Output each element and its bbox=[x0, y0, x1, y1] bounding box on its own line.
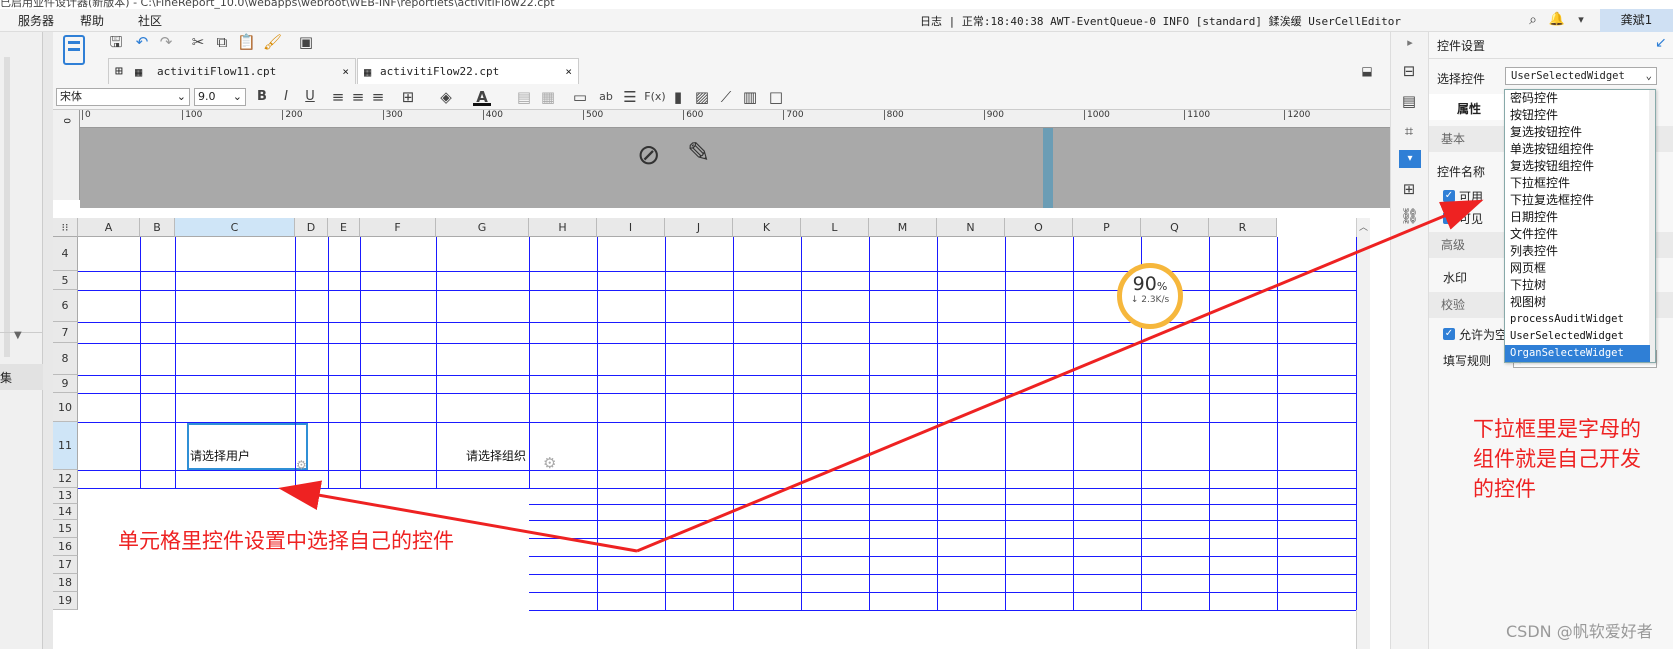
watermark: CSDN @帆软爱好者 bbox=[1506, 622, 1653, 641]
annotation-right-line2: 组件就是自己开发 bbox=[1473, 447, 1641, 471]
annotation-left: 单元格里控件设置中选择自己的控件 bbox=[118, 529, 454, 553]
arrow-to-dropdown bbox=[636, 199, 1484, 553]
annotation-right-line3: 的控件 bbox=[1473, 477, 1536, 501]
annotation-right-line1: 下拉框里是字母的 bbox=[1473, 417, 1641, 441]
annotation-right: 下拉框里是字母的 组件就是自己开发 的控件 bbox=[1473, 414, 1641, 504]
